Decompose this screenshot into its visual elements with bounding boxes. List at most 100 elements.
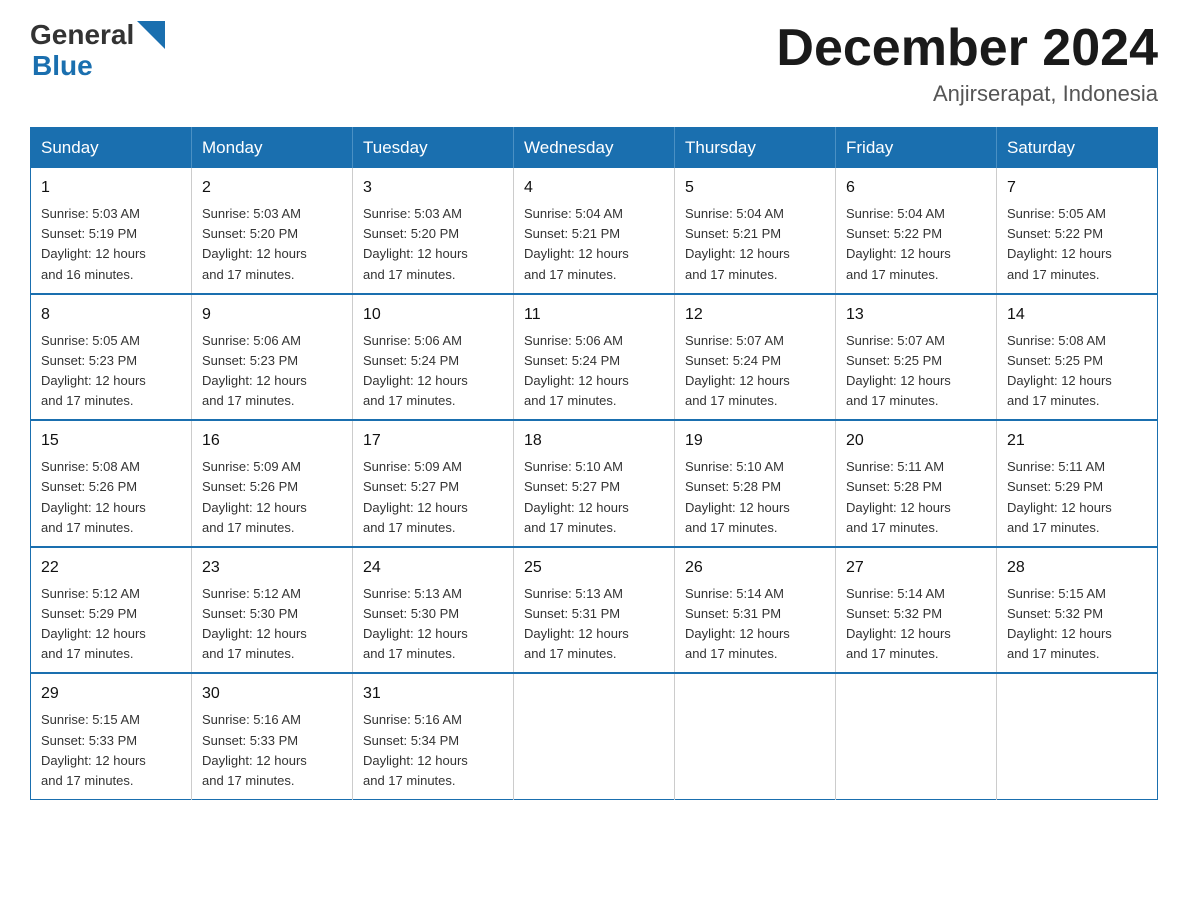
weekday-header-row: SundayMondayTuesdayWednesdayThursdayFrid… (31, 128, 1158, 169)
calendar-cell: 12 Sunrise: 5:07 AMSunset: 5:24 PMDaylig… (675, 294, 836, 421)
calendar-cell: 10 Sunrise: 5:06 AMSunset: 5:24 PMDaylig… (353, 294, 514, 421)
calendar-cell: 8 Sunrise: 5:05 AMSunset: 5:23 PMDayligh… (31, 294, 192, 421)
day-info: Sunrise: 5:04 AMSunset: 5:22 PMDaylight:… (846, 206, 951, 281)
day-info: Sunrise: 5:07 AMSunset: 5:25 PMDaylight:… (846, 333, 951, 408)
calendar-cell: 23 Sunrise: 5:12 AMSunset: 5:30 PMDaylig… (192, 547, 353, 674)
day-number: 19 (685, 429, 825, 453)
calendar-cell: 5 Sunrise: 5:04 AMSunset: 5:21 PMDayligh… (675, 168, 836, 294)
calendar-cell (514, 673, 675, 799)
day-number: 17 (363, 429, 503, 453)
calendar-cell: 6 Sunrise: 5:04 AMSunset: 5:22 PMDayligh… (836, 168, 997, 294)
day-number: 1 (41, 176, 181, 200)
day-info: Sunrise: 5:15 AMSunset: 5:32 PMDaylight:… (1007, 586, 1112, 661)
day-number: 30 (202, 682, 342, 706)
calendar-week-row: 22 Sunrise: 5:12 AMSunset: 5:29 PMDaylig… (31, 547, 1158, 674)
calendar-cell: 14 Sunrise: 5:08 AMSunset: 5:25 PMDaylig… (997, 294, 1158, 421)
day-info: Sunrise: 5:03 AMSunset: 5:20 PMDaylight:… (363, 206, 468, 281)
calendar-table: SundayMondayTuesdayWednesdayThursdayFrid… (30, 127, 1158, 800)
weekday-header-tuesday: Tuesday (353, 128, 514, 169)
day-number: 12 (685, 303, 825, 327)
day-number: 25 (524, 556, 664, 580)
day-info: Sunrise: 5:13 AMSunset: 5:30 PMDaylight:… (363, 586, 468, 661)
calendar-cell: 3 Sunrise: 5:03 AMSunset: 5:20 PMDayligh… (353, 168, 514, 294)
weekday-header-friday: Friday (836, 128, 997, 169)
day-info: Sunrise: 5:08 AMSunset: 5:25 PMDaylight:… (1007, 333, 1112, 408)
weekday-header-monday: Monday (192, 128, 353, 169)
day-number: 31 (363, 682, 503, 706)
calendar-cell: 17 Sunrise: 5:09 AMSunset: 5:27 PMDaylig… (353, 420, 514, 547)
calendar-cell: 18 Sunrise: 5:10 AMSunset: 5:27 PMDaylig… (514, 420, 675, 547)
day-info: Sunrise: 5:13 AMSunset: 5:31 PMDaylight:… (524, 586, 629, 661)
day-number: 18 (524, 429, 664, 453)
logo-general: General (30, 20, 134, 51)
logo-blue: Blue (32, 51, 165, 82)
day-number: 21 (1007, 429, 1147, 453)
calendar-cell: 26 Sunrise: 5:14 AMSunset: 5:31 PMDaylig… (675, 547, 836, 674)
day-number: 27 (846, 556, 986, 580)
day-info: Sunrise: 5:11 AMSunset: 5:28 PMDaylight:… (846, 459, 951, 534)
day-number: 24 (363, 556, 503, 580)
calendar-week-row: 1 Sunrise: 5:03 AMSunset: 5:19 PMDayligh… (31, 168, 1158, 294)
day-number: 4 (524, 176, 664, 200)
calendar-week-row: 15 Sunrise: 5:08 AMSunset: 5:26 PMDaylig… (31, 420, 1158, 547)
calendar-cell: 20 Sunrise: 5:11 AMSunset: 5:28 PMDaylig… (836, 420, 997, 547)
page-title: December 2024 (776, 20, 1158, 77)
day-info: Sunrise: 5:05 AMSunset: 5:23 PMDaylight:… (41, 333, 146, 408)
day-number: 2 (202, 176, 342, 200)
calendar-cell: 9 Sunrise: 5:06 AMSunset: 5:23 PMDayligh… (192, 294, 353, 421)
day-number: 6 (846, 176, 986, 200)
logo: General Blue (30, 20, 165, 82)
title-block: December 2024 Anjirserapat, Indonesia (776, 20, 1158, 107)
calendar-cell: 27 Sunrise: 5:14 AMSunset: 5:32 PMDaylig… (836, 547, 997, 674)
day-info: Sunrise: 5:04 AMSunset: 5:21 PMDaylight:… (685, 206, 790, 281)
day-info: Sunrise: 5:06 AMSunset: 5:24 PMDaylight:… (363, 333, 468, 408)
calendar-cell: 2 Sunrise: 5:03 AMSunset: 5:20 PMDayligh… (192, 168, 353, 294)
day-number: 22 (41, 556, 181, 580)
weekday-header-sunday: Sunday (31, 128, 192, 169)
day-info: Sunrise: 5:14 AMSunset: 5:32 PMDaylight:… (846, 586, 951, 661)
calendar-week-row: 8 Sunrise: 5:05 AMSunset: 5:23 PMDayligh… (31, 294, 1158, 421)
day-number: 15 (41, 429, 181, 453)
calendar-week-row: 29 Sunrise: 5:15 AMSunset: 5:33 PMDaylig… (31, 673, 1158, 799)
weekday-header-thursday: Thursday (675, 128, 836, 169)
day-number: 8 (41, 303, 181, 327)
day-info: Sunrise: 5:14 AMSunset: 5:31 PMDaylight:… (685, 586, 790, 661)
day-info: Sunrise: 5:03 AMSunset: 5:19 PMDaylight:… (41, 206, 146, 281)
page-subtitle: Anjirserapat, Indonesia (776, 81, 1158, 107)
day-info: Sunrise: 5:12 AMSunset: 5:29 PMDaylight:… (41, 586, 146, 661)
day-info: Sunrise: 5:07 AMSunset: 5:24 PMDaylight:… (685, 333, 790, 408)
day-number: 10 (363, 303, 503, 327)
day-info: Sunrise: 5:08 AMSunset: 5:26 PMDaylight:… (41, 459, 146, 534)
day-info: Sunrise: 5:16 AMSunset: 5:33 PMDaylight:… (202, 712, 307, 787)
day-number: 26 (685, 556, 825, 580)
calendar-cell (997, 673, 1158, 799)
calendar-cell: 4 Sunrise: 5:04 AMSunset: 5:21 PMDayligh… (514, 168, 675, 294)
logo-arrow-icon (137, 21, 165, 49)
calendar-cell: 11 Sunrise: 5:06 AMSunset: 5:24 PMDaylig… (514, 294, 675, 421)
calendar-cell: 22 Sunrise: 5:12 AMSunset: 5:29 PMDaylig… (31, 547, 192, 674)
calendar-cell: 24 Sunrise: 5:13 AMSunset: 5:30 PMDaylig… (353, 547, 514, 674)
calendar-cell: 19 Sunrise: 5:10 AMSunset: 5:28 PMDaylig… (675, 420, 836, 547)
day-info: Sunrise: 5:04 AMSunset: 5:21 PMDaylight:… (524, 206, 629, 281)
day-info: Sunrise: 5:06 AMSunset: 5:24 PMDaylight:… (524, 333, 629, 408)
calendar-cell (675, 673, 836, 799)
weekday-header-saturday: Saturday (997, 128, 1158, 169)
day-info: Sunrise: 5:12 AMSunset: 5:30 PMDaylight:… (202, 586, 307, 661)
day-info: Sunrise: 5:15 AMSunset: 5:33 PMDaylight:… (41, 712, 146, 787)
day-info: Sunrise: 5:06 AMSunset: 5:23 PMDaylight:… (202, 333, 307, 408)
calendar-cell: 28 Sunrise: 5:15 AMSunset: 5:32 PMDaylig… (997, 547, 1158, 674)
calendar-cell: 29 Sunrise: 5:15 AMSunset: 5:33 PMDaylig… (31, 673, 192, 799)
day-info: Sunrise: 5:09 AMSunset: 5:26 PMDaylight:… (202, 459, 307, 534)
day-info: Sunrise: 5:09 AMSunset: 5:27 PMDaylight:… (363, 459, 468, 534)
day-number: 28 (1007, 556, 1147, 580)
calendar-cell: 15 Sunrise: 5:08 AMSunset: 5:26 PMDaylig… (31, 420, 192, 547)
day-info: Sunrise: 5:03 AMSunset: 5:20 PMDaylight:… (202, 206, 307, 281)
calendar-cell: 16 Sunrise: 5:09 AMSunset: 5:26 PMDaylig… (192, 420, 353, 547)
calendar-cell: 31 Sunrise: 5:16 AMSunset: 5:34 PMDaylig… (353, 673, 514, 799)
day-info: Sunrise: 5:10 AMSunset: 5:28 PMDaylight:… (685, 459, 790, 534)
weekday-header-wednesday: Wednesday (514, 128, 675, 169)
page-header: General Blue December 2024 Anjirserapat,… (30, 20, 1158, 107)
calendar-cell: 21 Sunrise: 5:11 AMSunset: 5:29 PMDaylig… (997, 420, 1158, 547)
day-info: Sunrise: 5:11 AMSunset: 5:29 PMDaylight:… (1007, 459, 1112, 534)
logo-text: General Blue (30, 20, 165, 82)
